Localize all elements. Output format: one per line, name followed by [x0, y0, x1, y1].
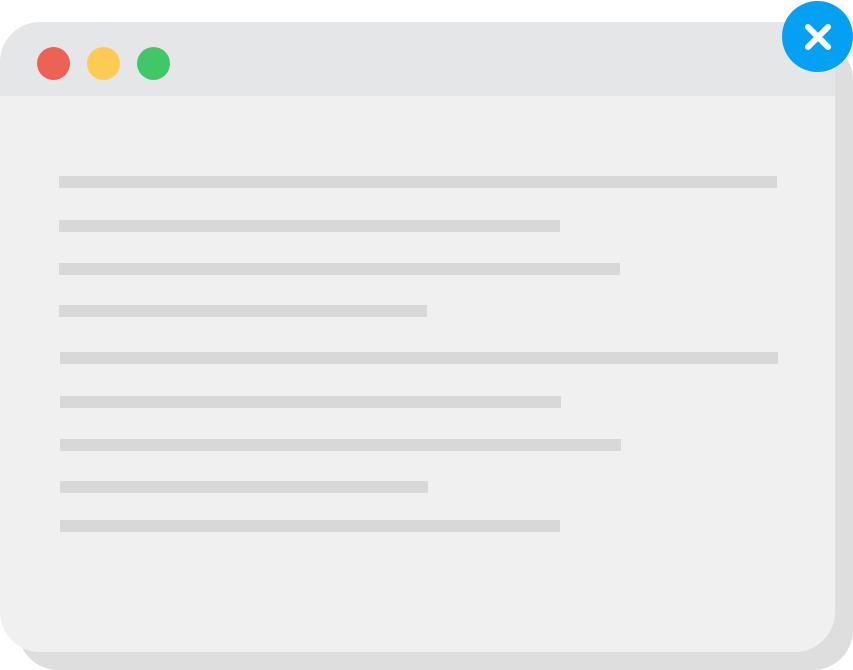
text-placeholder-line: [60, 396, 561, 408]
text-placeholder-line: [59, 263, 620, 275]
text-placeholder-line: [60, 439, 621, 451]
text-placeholder-line: [60, 352, 778, 364]
traffic-light-maximize-button[interactable]: [137, 47, 170, 80]
close-button[interactable]: [782, 1, 853, 72]
window-titlebar: [0, 22, 835, 96]
traffic-light-close-button[interactable]: [37, 47, 70, 80]
close-icon: [801, 20, 835, 54]
stage: [0, 0, 853, 670]
traffic-light-minimize-button[interactable]: [87, 47, 120, 80]
text-placeholder-line: [59, 220, 560, 232]
text-placeholder-line: [60, 520, 560, 532]
browser-window: [0, 22, 835, 652]
text-placeholder-line: [60, 481, 428, 493]
text-placeholder-line: [59, 305, 427, 317]
text-placeholder-line: [59, 176, 777, 188]
